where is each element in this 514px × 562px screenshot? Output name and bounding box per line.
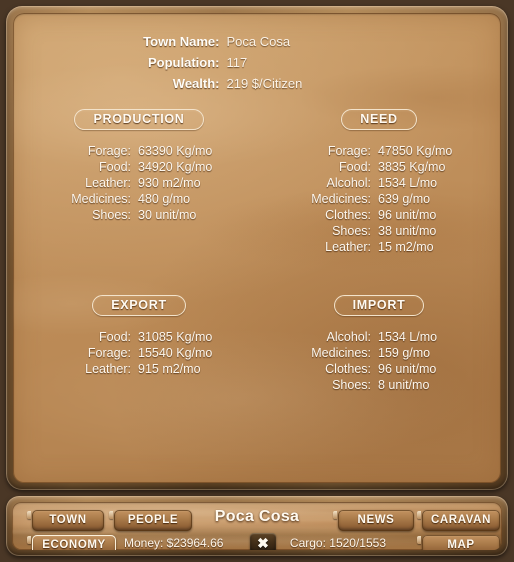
town-summary: Town Name: Poca Cosa Population: 117 Wealt… xyxy=(13,31,501,94)
export-rows: Food: 31085 Kg/mo Forage: 15540 Kg/mo Leat… xyxy=(35,329,243,377)
row-value: 30 unit/mo xyxy=(138,208,197,222)
section-title-production: PRODUCTION xyxy=(74,109,204,130)
production-row: Shoes: 30 unit/mo xyxy=(35,207,243,223)
tab-economy[interactable]: ECONOMY xyxy=(27,535,116,550)
page-title: Poca Cosa xyxy=(214,508,300,525)
row-label: Medicines: xyxy=(71,192,131,206)
production-row: Leather: 930 m2/mo xyxy=(35,175,243,191)
row-value: 930 m2/mo xyxy=(138,176,201,190)
row-label: Forage: xyxy=(87,346,131,360)
row-label: Forage: xyxy=(87,144,131,158)
row-value: 96 unit/mo xyxy=(378,362,437,376)
production-row: Food: 34920 Kg/mo xyxy=(35,159,243,175)
row-label: Food: xyxy=(99,160,131,174)
row-value: 96 unit/mo xyxy=(378,208,437,222)
import-row: Shoes: 8 unit/mo xyxy=(275,377,483,393)
summary-value: 219 $/Citizen xyxy=(226,76,303,91)
row-value: 63390 Kg/mo xyxy=(138,144,213,158)
summary-row-town-name: Town Name: Poca Cosa xyxy=(13,31,501,52)
row-value: 159 g/mo xyxy=(378,346,431,360)
row-label: Alcohol: xyxy=(326,330,371,344)
summary-row-population: Population: 117 xyxy=(13,52,501,73)
summary-value: 117 xyxy=(226,55,248,70)
money-status: Money: $23964.66 xyxy=(124,536,224,550)
cargo-status: Cargo: 1520/1553 xyxy=(289,536,386,550)
row-value: 38 unit/mo xyxy=(378,224,437,238)
need-row: Leather: 15 m2/mo xyxy=(275,239,483,255)
main-panel-frame: Town Name: Poca Cosa Population: 117 Wealt… xyxy=(6,6,508,490)
export-row: Food: 31085 Kg/mo xyxy=(35,329,243,345)
need-row: Alcohol: 1534 L/mo xyxy=(275,175,483,191)
summary-label: Population: xyxy=(148,55,220,70)
row-value: 480 g/mo xyxy=(138,192,191,206)
import-row: Medicines: 159 g/mo xyxy=(275,345,483,361)
summary-row-wealth: Wealth: 219 $/Citizen xyxy=(13,73,501,94)
section-import: IMPORT Alcohol: 1534 L/mo Medicines: 159 g… xyxy=(275,295,483,393)
row-label: Alcohol: xyxy=(326,176,371,190)
summary-label: Wealth: xyxy=(172,76,220,91)
row-label: Forage: xyxy=(327,144,371,158)
row-label: Food: xyxy=(99,330,131,344)
section-title-need: NEED xyxy=(341,109,417,130)
row-label: Shoes: xyxy=(92,208,131,222)
need-row: Forage: 47850 Kg/mo xyxy=(275,143,483,159)
row-value: 639 g/mo xyxy=(378,192,431,206)
need-row: Medicines: 639 g/mo xyxy=(275,191,483,207)
row-label: Shoes: xyxy=(332,224,371,238)
close-icon: ✖ xyxy=(257,535,269,550)
export-row: Leather: 915 m2/mo xyxy=(35,361,243,377)
row-label: Clothes: xyxy=(325,208,371,222)
row-value: 8 unit/mo xyxy=(378,378,430,392)
tab-map[interactable]: MAP xyxy=(417,535,500,550)
row-label: Leather: xyxy=(325,240,371,254)
row-value: 1534 L/mo xyxy=(378,176,438,190)
row-value: 15540 Kg/mo xyxy=(138,346,213,360)
summary-label: Town Name: xyxy=(143,34,220,49)
row-value: 34920 Kg/mo xyxy=(138,160,213,174)
game-window: Town Name: Poca Cosa Population: 117 Wealt… xyxy=(0,0,514,562)
section-title-export: EXPORT xyxy=(92,295,186,316)
summary-value: Poca Cosa xyxy=(226,34,291,49)
row-value: 915 m2/mo xyxy=(138,362,201,376)
row-value: 1534 L/mo xyxy=(378,330,438,344)
section-production: PRODUCTION Forage: 63390 Kg/mo Food: 34920… xyxy=(35,109,243,223)
section-title-wrap: NEED xyxy=(275,109,483,135)
row-value: 31085 Kg/mo xyxy=(138,330,213,344)
section-title-import: IMPORT xyxy=(333,295,425,316)
import-row: Clothes: 96 unit/mo xyxy=(275,361,483,377)
section-title-wrap: IMPORT xyxy=(275,295,483,321)
row-value: 15 m2/mo xyxy=(378,240,434,254)
row-label: Food: xyxy=(339,160,371,174)
section-title-wrap: EXPORT xyxy=(35,295,243,321)
production-row: Medicines: 480 g/mo xyxy=(35,191,243,207)
row-label: Clothes: xyxy=(325,362,371,376)
section-title-wrap: PRODUCTION xyxy=(35,109,243,135)
row-label: Medicines: xyxy=(311,346,371,360)
row-value: 3835 Kg/mo xyxy=(378,160,446,174)
import-row: Alcohol: 1534 L/mo xyxy=(275,329,483,345)
production-rows: Forage: 63390 Kg/mo Food: 34920 Kg/mo Leat… xyxy=(35,143,243,223)
close-button[interactable]: ✖ xyxy=(250,533,276,550)
toolbar: TOWN PEOPLE NEWS CARAVAN ECONOMY MAP Poc… xyxy=(12,502,502,550)
need-row: Food: 3835 Kg/mo xyxy=(275,159,483,175)
section-need: NEED Forage: 47850 Kg/mo Food: 3835 Kg/mo … xyxy=(275,109,483,255)
row-label: Leather: xyxy=(85,176,131,190)
row-label: Leather: xyxy=(85,362,131,376)
need-row: Shoes: 38 unit/mo xyxy=(275,223,483,239)
need-row: Clothes: 96 unit/mo xyxy=(275,207,483,223)
import-rows: Alcohol: 1534 L/mo Medicines: 159 g/mo Clo… xyxy=(275,329,483,393)
section-export: EXPORT Food: 31085 Kg/mo Forage: 15540 Kg/… xyxy=(35,295,243,377)
main-panel: Town Name: Poca Cosa Population: 117 Wealt… xyxy=(13,13,501,483)
toolbar-frame: TOWN PEOPLE NEWS CARAVAN ECONOMY MAP Poc… xyxy=(6,496,508,556)
row-value: 47850 Kg/mo xyxy=(378,144,453,158)
row-label: Shoes: xyxy=(332,378,371,392)
export-row: Forage: 15540 Kg/mo xyxy=(35,345,243,361)
production-row: Forage: 63390 Kg/mo xyxy=(35,143,243,159)
row-label: Medicines: xyxy=(311,192,371,206)
need-rows: Forage: 47850 Kg/mo Food: 3835 Kg/mo Alcoh… xyxy=(275,143,483,255)
